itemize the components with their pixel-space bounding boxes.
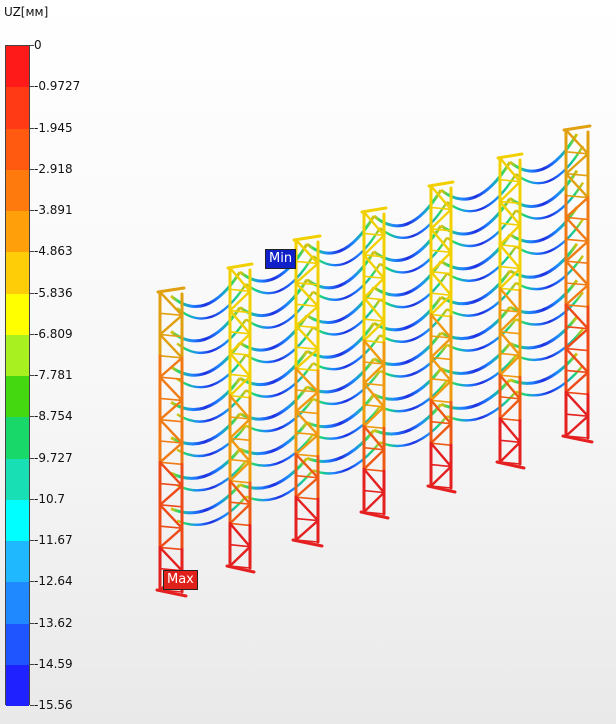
cable-span <box>379 415 448 448</box>
cable-span <box>312 441 381 475</box>
truss-column <box>426 180 457 494</box>
legend-tick <box>30 416 34 418</box>
truss-column <box>561 124 594 444</box>
legend-tick <box>30 663 34 665</box>
truss-column <box>495 152 526 470</box>
legend-tick <box>30 168 34 170</box>
legend-tick <box>30 705 34 706</box>
cable-span <box>515 364 584 397</box>
deformation-model-view[interactable] <box>0 0 616 724</box>
truss-columns <box>155 124 594 598</box>
legend-tick <box>30 540 34 541</box>
min-marker-label[interactable]: Min <box>265 249 297 269</box>
legend-tick <box>30 457 34 459</box>
legend-tick <box>30 127 34 129</box>
legend-tick <box>30 210 34 211</box>
legend-tick <box>30 498 34 500</box>
legend-tick <box>30 333 34 335</box>
cable-span <box>245 469 314 502</box>
truss-column <box>155 286 188 598</box>
legend-tick <box>30 45 34 46</box>
cable-span <box>446 390 517 422</box>
legend-tick <box>30 251 34 253</box>
legend-tick <box>30 581 34 583</box>
truss-column <box>359 206 390 520</box>
max-marker-label[interactable]: Max <box>163 570 198 590</box>
legend-tick <box>30 622 34 624</box>
legend-tick <box>30 86 34 88</box>
legend-tick <box>30 375 34 376</box>
cable-span <box>176 495 247 526</box>
truss-column <box>225 262 256 574</box>
truss-column <box>291 234 324 548</box>
legend-tick <box>30 292 34 294</box>
